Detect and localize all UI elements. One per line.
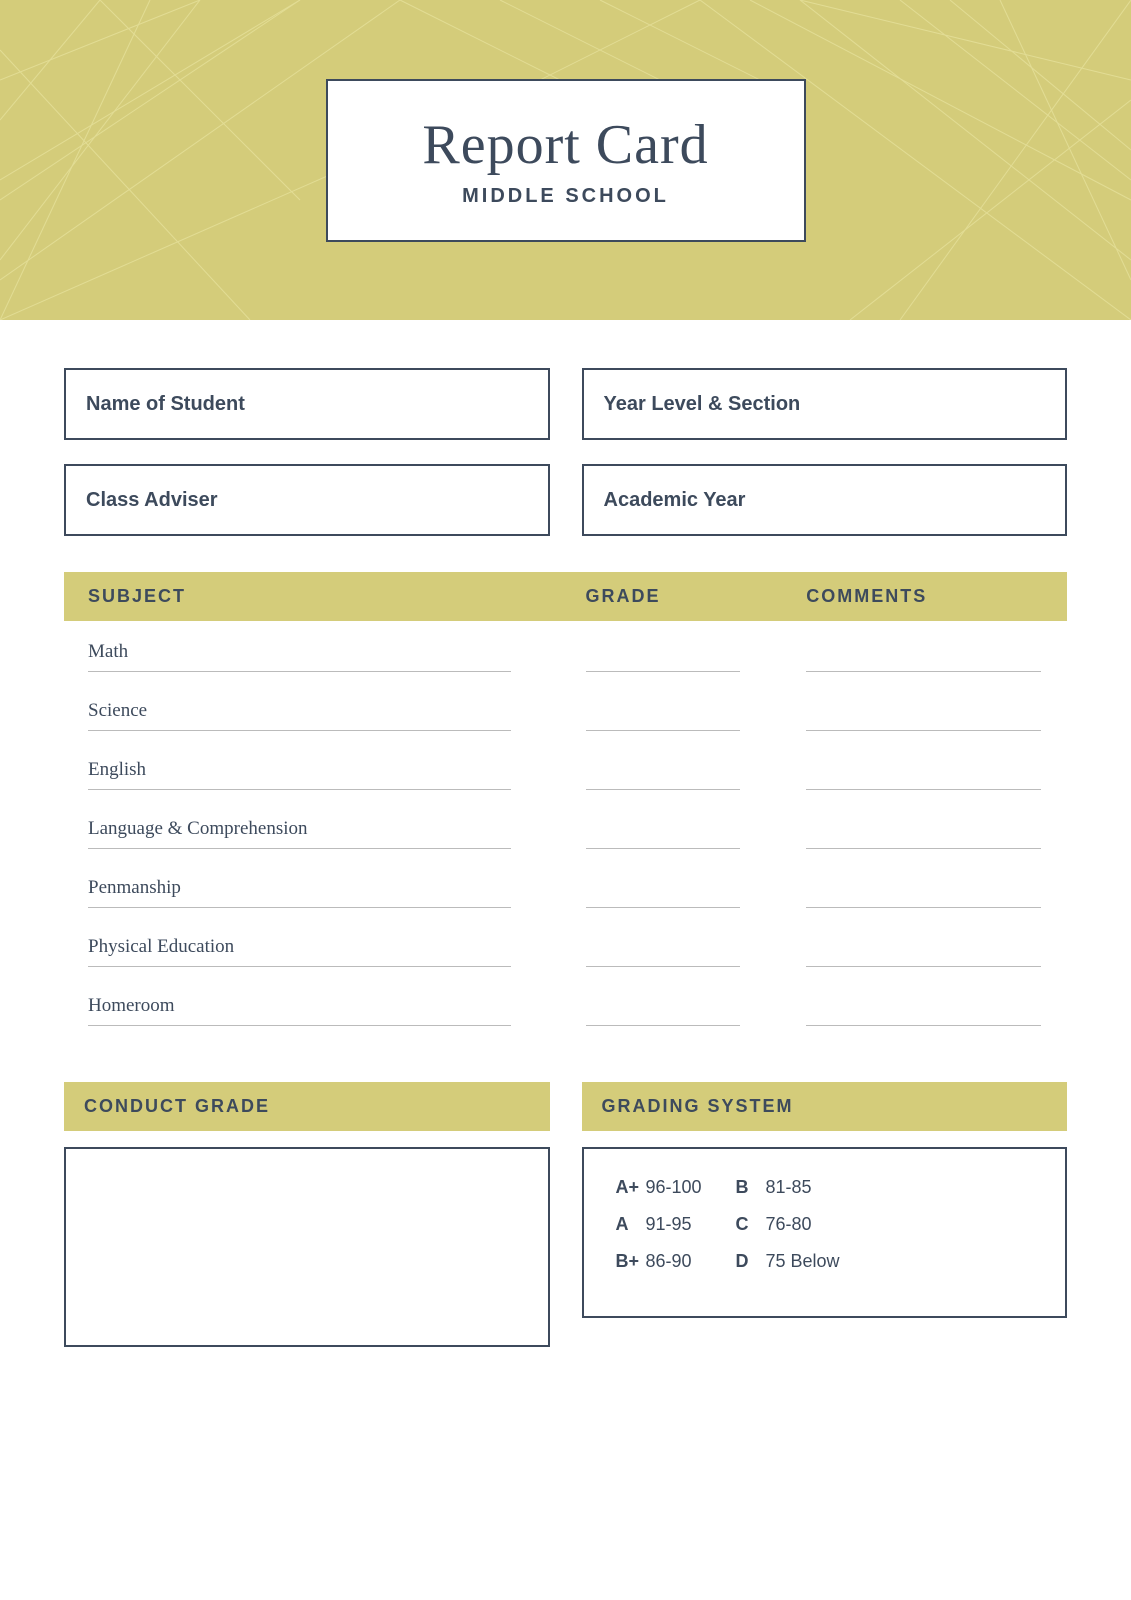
report-card-title: Report Card <box>376 113 756 177</box>
subject-name: Language & Comprehension <box>88 818 586 844</box>
grade-col-header: GRADE <box>586 586 807 607</box>
year-level-field[interactable]: Year Level & Section <box>582 368 1068 440</box>
comments-cell <box>806 943 1067 967</box>
grade-range2-1: 81-85 <box>766 1177 812 1198</box>
grade-range-2: 91-95 <box>646 1214 736 1235</box>
comments-line <box>806 766 1041 790</box>
subject-line <box>88 1025 511 1026</box>
table-row: Science <box>64 680 1067 739</box>
comments-cell <box>806 884 1067 908</box>
subject-line <box>88 848 511 849</box>
subject-name-cell: English <box>64 759 586 790</box>
grade-range2-3: 75 Below <box>766 1251 840 1272</box>
subjects-table: Math Science English <box>64 621 1067 1034</box>
subject-name-cell: Physical Education <box>64 936 586 967</box>
comments-line <box>806 943 1041 967</box>
table-header: SUBJECT GRADE COMMENTS <box>64 572 1067 621</box>
subject-name-cell: Math <box>64 641 586 672</box>
comments-cell <box>806 825 1067 849</box>
grade-cell <box>586 943 807 967</box>
header-section: Report Card MIDDLE SCHOOL <box>0 0 1131 320</box>
info-row-1: Name of Student Year Level & Section <box>64 368 1067 440</box>
info-row-2: Class Adviser Academic Year <box>64 464 1067 536</box>
grading-row: A 91-95 C 76-80 <box>616 1214 1034 1235</box>
subject-line <box>88 966 511 967</box>
subject-line <box>88 907 511 908</box>
header-box: Report Card MIDDLE SCHOOL <box>326 79 806 242</box>
table-row: Math <box>64 621 1067 680</box>
grade-cell <box>586 766 807 790</box>
grade-line <box>586 943 740 967</box>
table-row: Language & Comprehension <box>64 798 1067 857</box>
subject-name: Homeroom <box>88 995 586 1021</box>
conduct-box[interactable] <box>64 1147 550 1347</box>
student-name-field[interactable]: Name of Student <box>64 368 550 440</box>
subject-line <box>88 789 511 790</box>
table-row: Physical Education <box>64 916 1067 975</box>
comments-col-header: COMMENTS <box>806 586 1067 607</box>
grade-line <box>586 648 740 672</box>
comments-line <box>806 648 1041 672</box>
grade-range-3: 86-90 <box>646 1251 736 1272</box>
subject-line <box>88 671 511 672</box>
comments-cell <box>806 648 1067 672</box>
grade-range-1: 96-100 <box>646 1177 736 1198</box>
grade-line <box>586 1002 740 1026</box>
comments-line <box>806 1002 1041 1026</box>
grade-letter-2: A <box>616 1214 646 1235</box>
comments-cell <box>806 707 1067 731</box>
subject-line <box>88 730 511 731</box>
table-row: Homeroom <box>64 975 1067 1034</box>
comments-cell <box>806 766 1067 790</box>
subject-name: Math <box>88 641 586 667</box>
grading-box: A+ 96-100 B 81-85 A 91-95 C 76-80 B+ 86-… <box>582 1147 1068 1318</box>
table-row: English <box>64 739 1067 798</box>
subject-col-header: SUBJECT <box>64 586 586 607</box>
comments-line <box>806 825 1041 849</box>
grading-header: GRADING SYSTEM <box>582 1082 1068 1131</box>
table-row: Penmanship <box>64 857 1067 916</box>
grade-letter-3: B+ <box>616 1251 646 1272</box>
subject-name: Science <box>88 700 586 726</box>
subject-name-cell: Homeroom <box>64 995 586 1026</box>
grade-letter2-1: B <box>736 1177 766 1198</box>
conduct-header: CONDUCT GRADE <box>64 1082 550 1131</box>
grade-letter2-3: D <box>736 1251 766 1272</box>
comments-line <box>806 884 1041 908</box>
bottom-section: CONDUCT GRADE GRADING SYSTEM A+ 96-100 B… <box>64 1082 1067 1347</box>
grade-letter2-2: C <box>736 1214 766 1235</box>
academic-year-field[interactable]: Academic Year <box>582 464 1068 536</box>
grade-line <box>586 766 740 790</box>
grading-system-section: GRADING SYSTEM A+ 96-100 B 81-85 A 91-95… <box>582 1082 1068 1347</box>
grade-letter-1: A+ <box>616 1177 646 1198</box>
class-adviser-field[interactable]: Class Adviser <box>64 464 550 536</box>
subject-name: Penmanship <box>88 877 586 903</box>
grade-cell <box>586 884 807 908</box>
subject-name-cell: Penmanship <box>64 877 586 908</box>
school-level-label: MIDDLE SCHOOL <box>376 185 756 208</box>
comments-line <box>806 707 1041 731</box>
subject-name: Physical Education <box>88 936 586 962</box>
grade-cell <box>586 648 807 672</box>
grade-cell <box>586 1002 807 1026</box>
grading-row: A+ 96-100 B 81-85 <box>616 1177 1034 1198</box>
subject-name: English <box>88 759 586 785</box>
grading-row: B+ 86-90 D 75 Below <box>616 1251 1034 1272</box>
grade-cell <box>586 707 807 731</box>
grade-line <box>586 825 740 849</box>
grade-line <box>586 884 740 908</box>
grade-range2-2: 76-80 <box>766 1214 812 1235</box>
conduct-grade-section: CONDUCT GRADE <box>64 1082 550 1347</box>
main-content: Name of Student Year Level & Section Cla… <box>0 320 1131 1395</box>
grade-line <box>586 707 740 731</box>
comments-cell <box>806 1002 1067 1026</box>
grade-cell <box>586 825 807 849</box>
subject-name-cell: Language & Comprehension <box>64 818 586 849</box>
subject-name-cell: Science <box>64 700 586 731</box>
